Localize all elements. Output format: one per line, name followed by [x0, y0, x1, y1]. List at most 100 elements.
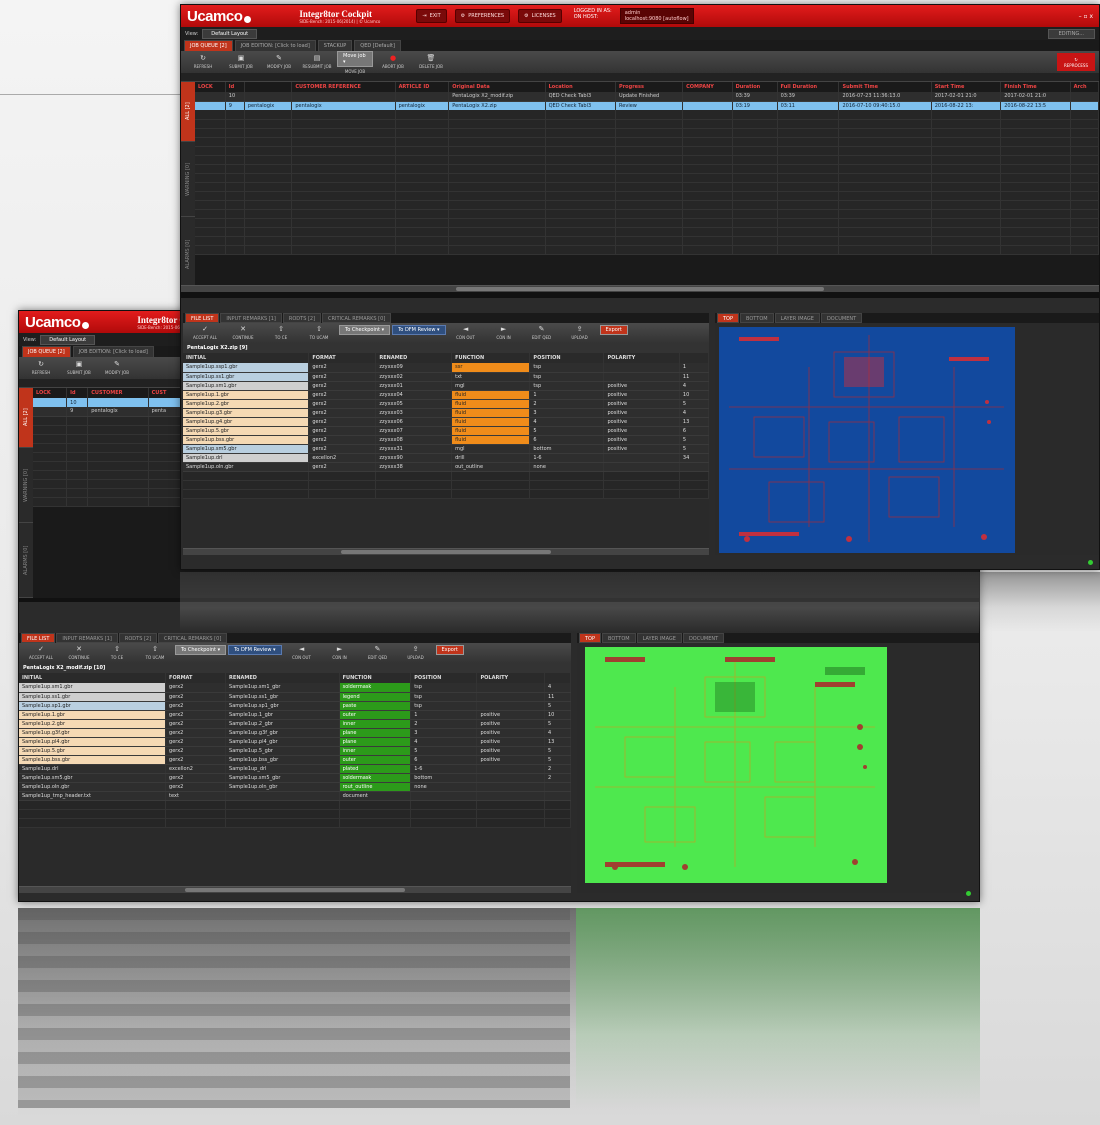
column-header[interactable]: Arch [1070, 82, 1099, 92]
submit-job-button[interactable]: ▣ SUBMIT JOB [223, 55, 259, 70]
accept-all-button[interactable]: ✓ ACCEPT ALL [187, 326, 223, 341]
side-tab-all[interactable]: ALL [2] [19, 388, 33, 448]
tab-input-remarks[interactable]: INPUT REMARKS [1] [220, 313, 282, 323]
tab-layer-image[interactable]: LAYER IMAGE [636, 633, 682, 643]
file-row[interactable]: Sample1up.bss.gbr gerx2 Sample1up.bss_gbr o… [19, 755, 571, 765]
edit-qed-button[interactable]: ✎ EDIT QED [524, 326, 560, 341]
move-job-button[interactable]: Move job ▾ MOVE JOB [337, 50, 373, 74]
modify-job-button[interactable]: ✎ MODIFY JOB [261, 55, 297, 70]
continue-button[interactable]: ✕ CONTINUE [61, 646, 97, 661]
column-header[interactable]: Duration [732, 82, 778, 92]
tab-input-remarks[interactable]: INPUT REMARKS [1] [56, 633, 118, 643]
resubmit-job-button[interactable]: ▤ RESUBMIT JOB [299, 55, 335, 70]
column-header[interactable]: FORMAT [165, 673, 227, 683]
file-row[interactable]: Sample1up.sm5.gbr gerx2 Sample1up.sm5_gbr s… [19, 773, 571, 783]
window-controls[interactable]: – ▫ x [1079, 13, 1093, 20]
column-header[interactable]: POLARITY [603, 353, 680, 363]
file-row[interactable]: Sample1up_tmp_header.txt text document [19, 791, 571, 801]
column-header[interactable] [679, 353, 709, 363]
horizontal-scrollbar[interactable] [19, 886, 571, 893]
to-ucam-button[interactable]: ⇧ TO UCAM [301, 326, 337, 341]
file-row[interactable]: Sample1up.oln.gbr gerx2 Sample1up.oln_gbr r… [19, 782, 571, 792]
tab-file-list[interactable]: FILE LIST [21, 633, 56, 643]
upload-button[interactable]: ⇪ UPLOAD [398, 646, 434, 661]
column-header[interactable]: Finish Time [1000, 82, 1071, 92]
table-row[interactable]: 9 pentalogix pentalogix pentalogix PentaLogi… [195, 101, 1099, 110]
column-header[interactable]: Location [545, 82, 617, 92]
table-row[interactable]: 10 PentaLogix X2_modif.zip QED Check Tabl3… [195, 92, 1099, 102]
column-header[interactable]: Id [225, 82, 245, 92]
column-header[interactable]: LOCK [195, 82, 226, 92]
to-ce-button[interactable]: ⇧ TO CE [263, 326, 299, 341]
refresh-button[interactable]: ↻ REFRESH [185, 55, 221, 70]
con-out-button[interactable]: ◄ CON OUT [284, 646, 320, 661]
move-job-dropdown[interactable]: Move job ▾ [337, 50, 373, 67]
tab-rodts[interactable]: RODTS [2] [282, 313, 322, 323]
column-header[interactable]: RENAMED [225, 673, 340, 683]
horizontal-scrollbar[interactable] [181, 285, 1099, 292]
file-row[interactable]: Sample1up.ssp1.gbr gerx2 zzyxxx09 ssr tsp 1 [183, 363, 709, 373]
delete-job-button[interactable]: 🗑 DELETE JOB [413, 55, 449, 70]
tab-layer-image[interactable]: LAYER IMAGE [774, 313, 820, 323]
refresh-button[interactable]: ↻ REFRESH [23, 361, 59, 376]
licenses-button[interactable]: ⚙ LICENSES [518, 9, 562, 23]
pcb-board-blue[interactable] [719, 327, 1015, 553]
reprocess-button[interactable]: ↻ REPROCESS [1057, 53, 1095, 71]
side-tab-alarms[interactable]: ALARMS [0] [19, 523, 33, 598]
abort-job-button[interactable]: ● ABORT JOB [375, 55, 411, 70]
file-row[interactable]: Sample1up.g3.gbr gerx2 zzyxxx03 fluid 3 posit… [183, 408, 709, 418]
column-header[interactable]: FUNCTION [339, 673, 412, 683]
con-out-button[interactable]: ◄ CON OUT [448, 326, 484, 341]
file-row[interactable]: Sample1up.drl excellon2 Sample1up_drl plate… [19, 764, 571, 774]
layout-select[interactable]: Default Layout [202, 28, 258, 39]
file-row[interactable]: Sample1up.5.gbr gerx2 Sample1up.5_gbr inner… [19, 746, 571, 756]
side-tab-all[interactable]: ALL [2] [181, 82, 195, 142]
file-row[interactable]: Sample1up.5.gbr gerx2 zzyxxx07 fluid 5 positi… [183, 426, 709, 436]
tab-critical-remarks[interactable]: CRITICAL REMARKS [0] [322, 313, 392, 323]
side-tab-alarms[interactable]: ALARMS [0] [181, 217, 195, 292]
preferences-button[interactable]: ⚙ PREFERENCES [454, 9, 511, 23]
tab-document[interactable]: DOCUMENT [682, 633, 725, 643]
column-header[interactable] [544, 673, 571, 683]
file-row[interactable]: Sample1up.pl4.gbr gerx2 Sample1up.pl4_gbr p… [19, 737, 571, 747]
tab-job-edition[interactable]: JOB EDITION: [Click to load] [234, 40, 316, 51]
file-row[interactable]: Sample1up.ss1.gbr gerx2 zzyxxx02 txt tsp 11 [183, 372, 709, 382]
con-in-button[interactable]: ► CON IN [322, 646, 358, 661]
file-row[interactable]: Sample1up.drl excellon2 zzyxxx90 drill 1-6 34 [183, 453, 709, 463]
edit-select[interactable]: EDITING... [1047, 28, 1095, 39]
side-tab-warning[interactable]: WARNING [0] [19, 448, 33, 523]
file-row[interactable]: Sample1up.oln.gbr gerx2 zzyxxx38 out_outlin… [183, 462, 709, 472]
export-dropdown[interactable]: Export [599, 325, 628, 335]
file-row[interactable]: Sample1up.1.gbr gerx2 zzyxxx04 fluid 1 positi… [183, 390, 709, 400]
column-header[interactable]: FORMAT [308, 353, 377, 363]
column-header[interactable]: POSITION [529, 353, 605, 363]
column-header[interactable]: Original Data [448, 82, 546, 92]
tab-top[interactable]: TOP [579, 633, 602, 643]
file-row[interactable]: Sample1up.2.gbr gerx2 Sample1up.2_gbr inner… [19, 719, 571, 729]
file-row[interactable]: Sample1up.sp1.gbr gerx2 Sample1up.sp1_gbr p… [19, 701, 571, 711]
accept-all-button[interactable]: ✓ ACCEPT ALL [23, 646, 59, 661]
column-header[interactable]: Full Duration [777, 82, 840, 92]
tab-critical-remarks[interactable]: CRITICAL REMARKS [0] [158, 633, 228, 643]
filter-row[interactable] [181, 73, 1099, 82]
pcb-board-green[interactable] [585, 647, 887, 883]
table-row[interactable]: 10 [33, 398, 184, 407]
upload-button[interactable]: ⇪ UPLOAD [562, 326, 598, 341]
to-ce-button[interactable]: ⇧ TO CE [99, 646, 135, 661]
file-row[interactable]: Sample1up.sm1.gbr gerx2 Sample1up.sm1_gbr s… [19, 683, 571, 693]
file-row[interactable]: Sample1up.g4.gbr gerx2 zzyxxx06 fluid 4 posit… [183, 417, 709, 427]
to-ucam-button[interactable]: ⇧ TO UCAM [137, 646, 173, 661]
file-row[interactable]: Sample1up.sm5.gbr gerx2 zzyxxx31 mgl bottom p… [183, 444, 709, 454]
tab-bottom[interactable]: BOTTOM [740, 313, 774, 323]
file-row[interactable]: Sample1up.g3f.gbr gerx2 Sample1up.g3f_gbr p… [19, 728, 571, 738]
tab-job-queue[interactable]: JOB QUEUE [2] [22, 346, 71, 357]
tab-bottom[interactable]: BOTTOM [602, 633, 636, 643]
checkpoint-dropdown[interactable]: To Checkpoint ▾ [175, 645, 227, 655]
side-tab-warning[interactable]: WARNING [0] [181, 142, 195, 217]
export-dropdown[interactable]: Export [435, 645, 464, 655]
dfm-review-dropdown[interactable]: To DFM Review ▾ [392, 325, 446, 335]
column-header[interactable] [244, 82, 293, 92]
column-header[interactable]: ARTICLE ID [395, 82, 450, 92]
column-header[interactable]: Submit Time [838, 82, 932, 92]
dfm-review-dropdown[interactable]: To DFM Review ▾ [228, 645, 282, 655]
